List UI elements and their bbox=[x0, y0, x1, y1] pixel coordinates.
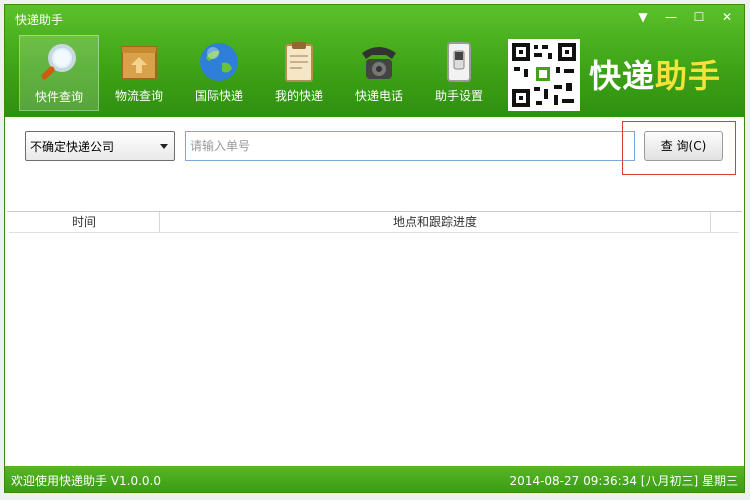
tab-logistics-query[interactable]: 物流查询 bbox=[99, 35, 179, 111]
clipboard-icon bbox=[285, 42, 313, 82]
tab-label: 快件查询 bbox=[34, 90, 83, 104]
company-select-value: 不确定快递公司 bbox=[30, 140, 115, 154]
tracking-table: 时间 地点和跟踪进度 bbox=[7, 211, 742, 464]
telephone-icon bbox=[362, 47, 396, 79]
window-title: 快递助手 bbox=[15, 13, 64, 27]
tab-express-query[interactable]: 快件查询 bbox=[19, 35, 99, 111]
brand-part-2: 助手 bbox=[655, 57, 722, 95]
column-header-time[interactable]: 时间 bbox=[9, 212, 160, 232]
status-bar: 欢迎使用快递助手 V1.0.0.0 2014-08-27 09:36:34 [八… bbox=[5, 466, 744, 492]
tab-label: 国际快递 bbox=[194, 89, 243, 103]
package-box-icon bbox=[121, 46, 157, 80]
qr-code-icon bbox=[508, 39, 580, 111]
status-datetime: 2014-08-27 09:36:34 [八月初三] 星期三 bbox=[509, 474, 738, 488]
globe-icon bbox=[200, 43, 238, 81]
magnifier-icon bbox=[41, 44, 76, 80]
tab-my-express[interactable]: 我的快递 bbox=[259, 35, 339, 111]
app-window: 快递助手 ▼ — ☐ ✕ 快件查询 物流查询 国际快递 我的快递 快递电话 助手… bbox=[4, 4, 745, 493]
company-select[interactable]: 不确定快递公司 bbox=[25, 131, 175, 161]
tab-label: 助手设置 bbox=[434, 89, 483, 103]
header: 快递助手 ▼ — ☐ ✕ 快件查询 物流查询 国际快递 我的快递 快递电话 助手… bbox=[5, 5, 744, 117]
tab-assistant-settings[interactable]: 助手设置 bbox=[419, 35, 499, 111]
tab-express-phone[interactable]: 快递电话 bbox=[339, 35, 419, 111]
chevron-down-icon bbox=[160, 144, 168, 149]
status-welcome: 欢迎使用快递助手 V1.0.0.0 bbox=[11, 474, 162, 488]
tab-label: 快递电话 bbox=[354, 89, 403, 103]
menu-icon[interactable]: ▼ bbox=[632, 9, 654, 25]
window-controls: ▼ — ☐ ✕ bbox=[632, 9, 738, 25]
query-panel: 不确定快递公司 查 询(C) bbox=[5, 117, 744, 213]
close-button[interactable]: ✕ bbox=[716, 9, 738, 25]
table-header: 时间 地点和跟踪进度 bbox=[9, 212, 739, 233]
tab-label: 物流查询 bbox=[114, 89, 163, 103]
minimize-button[interactable]: — bbox=[660, 9, 682, 25]
column-header-progress[interactable]: 地点和跟踪进度 bbox=[160, 212, 711, 232]
brand-part-1: 快递 bbox=[589, 57, 656, 95]
search-button[interactable]: 查 询(C) bbox=[644, 131, 723, 161]
tab-label: 我的快递 bbox=[274, 89, 323, 103]
maximize-button[interactable]: ☐ bbox=[688, 9, 710, 25]
tab-international-express[interactable]: 国际快递 bbox=[179, 35, 259, 111]
brand-logo: 快递助手 bbox=[589, 51, 721, 97]
main-toolbar: 快件查询 物流查询 国际快递 我的快递 快递电话 助手设置 bbox=[19, 35, 499, 111]
switch-icon bbox=[447, 42, 471, 82]
tracking-number-input[interactable] bbox=[185, 131, 635, 161]
